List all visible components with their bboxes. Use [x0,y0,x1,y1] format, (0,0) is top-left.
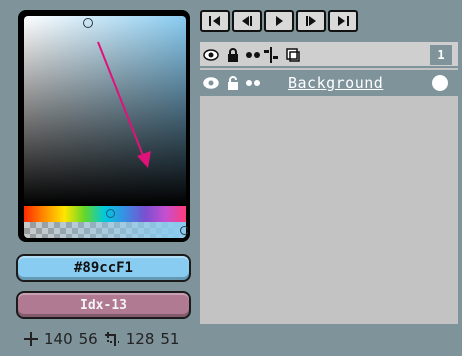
layers-panel: 1 Background [200,42,458,324]
last-frame-button[interactable] [328,10,358,32]
status-bar: 140 56 128 51 [24,328,179,350]
eye-icon[interactable] [202,46,220,64]
next-frame-icon [306,16,316,26]
lock-icon[interactable] [224,46,242,64]
alpha-slider[interactable] [24,222,186,238]
arrow-annotation-icon [97,41,151,168]
layer-name[interactable]: Background [288,72,428,94]
divider [426,70,428,96]
selection-size-icon [104,331,120,347]
layers-header: 1 [200,42,458,68]
alpha-handle[interactable] [180,226,188,235]
hex-color-field[interactable]: #89ccF1 [16,254,191,282]
first-frame-icon [209,16,220,26]
animation-toolbar [200,10,358,32]
play-icon [276,16,283,26]
cel-indicator[interactable] [432,75,448,91]
cursor-y: 56 [78,330,98,348]
eye-icon[interactable] [202,74,220,92]
layer-row-background[interactable]: Background [200,70,458,96]
previous-frame-icon [242,16,252,26]
continuous-icon[interactable] [244,46,262,64]
continuous-icon[interactable] [244,74,262,92]
palette-index-field[interactable]: Idx-13 [16,291,191,319]
selection-height: 51 [160,330,180,348]
hue-slider[interactable] [24,206,186,222]
previous-frame-button[interactable] [232,10,262,32]
divider [282,70,284,96]
selection-width: 128 [125,330,155,348]
link-icon[interactable] [262,46,280,64]
frame-number[interactable]: 1 [430,45,452,65]
unlock-icon[interactable] [224,74,242,92]
last-frame-icon [338,16,349,26]
next-frame-button[interactable] [296,10,326,32]
color-picker [18,10,190,242]
new-layer-icon[interactable] [284,46,302,64]
hue-handle[interactable] [106,209,115,218]
play-button[interactable] [264,10,294,32]
first-frame-button[interactable] [200,10,230,32]
cursor-x: 140 [44,330,73,348]
crosshair-icon [24,332,38,346]
